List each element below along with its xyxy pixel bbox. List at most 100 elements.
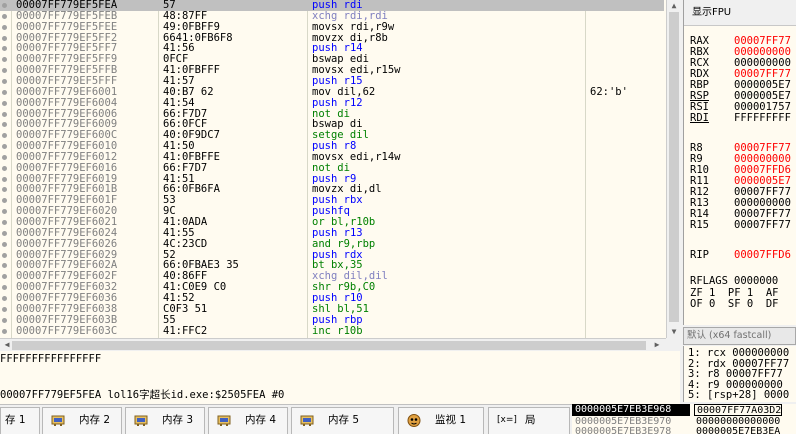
breakpoint-gutter-icon[interactable]	[2, 35, 7, 41]
info-value: FFFFFFFFFFFFFFFF	[0, 353, 102, 365]
breakpoint-gutter-icon[interactable]	[2, 230, 7, 236]
stack-row-value[interactable]: 0000005E7EB3EA	[696, 427, 780, 434]
tab-label: 监视 1	[435, 414, 467, 426]
instruction-bytes: 4C:23CD	[163, 237, 208, 250]
tab-4[interactable]: 内存 4	[208, 407, 288, 434]
tab-5[interactable]: 内存 5	[291, 407, 394, 434]
instruction-bytes: C0F3 51	[163, 302, 208, 315]
instruction-bytes: 41:FFC2	[163, 324, 208, 337]
flags-row[interactable]: OF 0 SF 0 DF	[690, 299, 779, 310]
locals-icon: [x=]	[497, 415, 517, 425]
instruction-bytes: 66:F7D7	[163, 161, 208, 174]
disassembly-row[interactable]: 00007FF779EF603C 41:FFC2 inc r10b	[0, 324, 664, 337]
stack-current-address[interactable]: 0000005E7EB3E968	[572, 404, 690, 416]
register-name: RIP	[690, 249, 709, 261]
tab-label: 局	[525, 414, 536, 426]
instruction-address: 00007FF779EF6016	[16, 161, 118, 174]
breakpoint-gutter-icon[interactable]	[2, 100, 7, 106]
scroll-down-arrow-icon[interactable]: ▼	[667, 326, 681, 338]
info-pane: FFFFFFFFFFFFFFFF 00007FF779EF5FEA lol16字…	[0, 351, 680, 404]
call-argument-row[interactable]: 5: [rsp+28] 0000	[688, 390, 789, 401]
breakpoint-gutter-icon[interactable]	[2, 111, 7, 117]
instruction-operands: r10b	[330, 324, 363, 337]
breakpoint-gutter-icon[interactable]	[2, 198, 7, 204]
tab-label: 内存 4	[245, 414, 277, 426]
register-name: RFLAGS	[690, 275, 728, 287]
register-value[interactable]: FFFFFFFFF	[734, 112, 791, 124]
tab-7[interactable]: [x=] 局	[488, 407, 570, 434]
instruction-text: inc r10b	[312, 324, 363, 337]
pane-splitter[interactable]	[680, 338, 683, 404]
scroll-up-arrow-icon[interactable]: ▲	[667, 0, 681, 12]
breakpoint-gutter-icon[interactable]	[2, 176, 7, 182]
stack-row-address[interactable]: 0000005E7EB3E978	[575, 427, 671, 434]
breakpoint-gutter-icon[interactable]	[2, 144, 7, 150]
tab-label: 内存 5	[328, 414, 360, 426]
stack-view[interactable]: 0000005E7EB3E968 00007FF77A03D2 0000005E…	[572, 404, 796, 434]
instruction-address: 00007FF779EF603C	[16, 324, 118, 337]
breakpoint-gutter-icon[interactable]	[2, 78, 7, 84]
disassembly-vertical-scrollbar[interactable]: ▲ ▼	[666, 0, 680, 338]
register-row-rdi[interactable]: RDI FFFFFFFFF	[690, 113, 791, 124]
breakpoint-gutter-icon[interactable]	[2, 317, 7, 323]
memory-icon	[134, 415, 148, 426]
memory-icon	[217, 415, 231, 426]
tab-label: 内存 2	[79, 414, 111, 426]
breakpoint-gutter-icon[interactable]	[2, 220, 7, 225]
disassembly-view[interactable]: 00007FF779EF5FEA 57 push rdi 00007FF779EF5F…	[0, 0, 666, 338]
tab-1[interactable]: 存 1	[0, 407, 40, 434]
breakpoint-gutter-icon[interactable]	[2, 209, 7, 215]
tab-6[interactable]: 监视 1	[398, 407, 484, 434]
breakpoint-gutter-icon[interactable]	[2, 154, 7, 160]
registers-panel[interactable]: 显示FPU RAX 00007FF77 RBX 000000000 RCX 0000000…	[683, 0, 796, 325]
register-row-rip[interactable]: RIP 00007FFD6	[690, 250, 791, 261]
info-address-line: 00007FF779EF5FEA lol16字超长id.exe:$2505FEA…	[0, 389, 285, 401]
tab-2[interactable]: 内存 2	[42, 407, 122, 434]
call-arguments-panel[interactable]: 1: rcx 000000000 2: rdx 00007FF77 3: r8 00…	[683, 346, 796, 402]
stack-current-value[interactable]: 00007FF77A03D2	[694, 404, 783, 416]
breakpoint-gutter-icon[interactable]	[2, 328, 7, 334]
breakpoint-gutter-icon[interactable]	[2, 3, 7, 8]
breakpoint-gutter-icon[interactable]	[2, 57, 7, 63]
memory-icon	[51, 415, 65, 426]
calling-convention-select[interactable]: 默认 (x64 fastcall)	[683, 327, 796, 345]
register-value[interactable]: 0000000	[734, 275, 778, 287]
instruction-address: 00007FF779EF6001	[16, 85, 118, 98]
breakpoint-gutter-icon[interactable]	[2, 263, 7, 269]
instruction-operands: edi,r14w	[343, 150, 401, 163]
instruction-address: 00007FF779EF6038	[16, 302, 118, 315]
breakpoint-gutter-icon[interactable]	[2, 295, 7, 301]
instruction-address: 00007FF779EF6004	[16, 96, 118, 109]
breakpoint-gutter-icon[interactable]	[2, 274, 7, 280]
breakpoint-gutter-icon[interactable]	[2, 68, 7, 74]
instruction-bytes: 41:54	[163, 96, 195, 109]
scroll-right-arrow-icon[interactable]: ▶	[650, 339, 664, 351]
watch-icon	[407, 414, 421, 427]
breakpoint-gutter-icon[interactable]	[2, 165, 7, 171]
rflags-row[interactable]: RFLAGS 0000000	[690, 276, 778, 287]
breakpoint-gutter-icon[interactable]	[2, 46, 7, 52]
scrollbar-thumb[interactable]	[669, 12, 679, 322]
breakpoint-gutter-icon[interactable]	[2, 13, 7, 19]
breakpoint-gutter-icon[interactable]	[2, 187, 7, 193]
instruction-bytes: 55	[163, 313, 176, 326]
breakpoint-gutter-icon[interactable]	[2, 89, 7, 95]
register-value[interactable]: 00007FF77	[734, 219, 791, 231]
tab-3[interactable]: 内存 3	[125, 407, 205, 434]
breakpoint-gutter-icon[interactable]	[2, 252, 7, 258]
instruction-comment: 62:'b'	[590, 85, 628, 98]
disassembly-horizontal-scrollbar[interactable]: ◀ ▶	[0, 338, 666, 351]
register-name: RDI	[690, 112, 709, 124]
scrollbar-thumb[interactable]	[12, 341, 646, 350]
show-fpu-toggle[interactable]: 显示FPU	[684, 0, 796, 26]
breakpoint-gutter-icon[interactable]	[2, 241, 7, 247]
register-row-r15[interactable]: R15 00007FF77	[690, 220, 791, 231]
breakpoint-gutter-icon[interactable]	[2, 122, 7, 128]
register-value[interactable]: 00007FFD6	[734, 249, 791, 261]
breakpoint-gutter-icon[interactable]	[2, 285, 7, 291]
memory-icon	[300, 415, 314, 426]
breakpoint-gutter-icon[interactable]	[2, 306, 7, 312]
breakpoint-gutter-icon[interactable]	[2, 24, 7, 30]
breakpoint-gutter-icon[interactable]	[2, 133, 7, 139]
dump-tab-bar: 存 1 内存 2 内存 3 内存 4 内存 5 监视 1 [x=] 局	[0, 404, 572, 434]
